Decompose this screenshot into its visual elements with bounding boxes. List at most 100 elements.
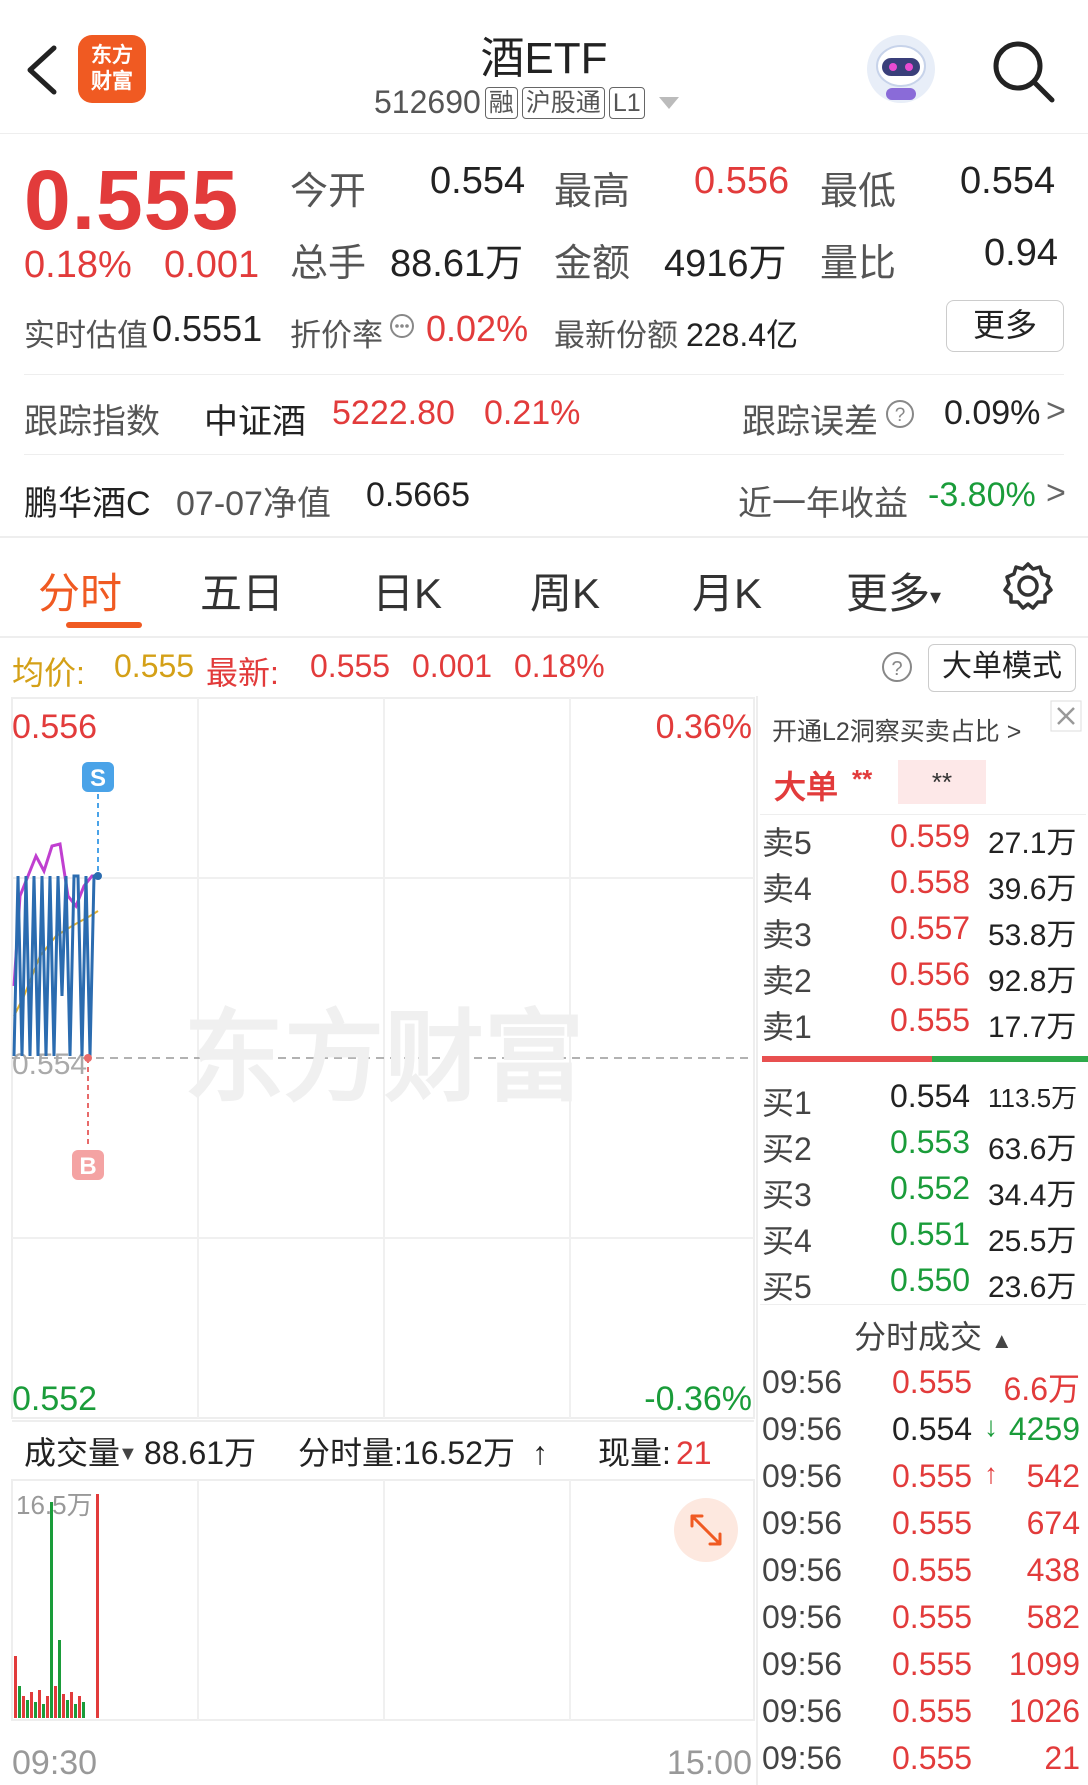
tag-margin: 融	[484, 86, 518, 119]
bid-row-price[interactable]: 0.554	[890, 1078, 970, 1115]
fund-name[interactable]: 鹏华酒C	[24, 476, 151, 525]
question-icon[interactable]: ?	[884, 398, 916, 430]
close-icon[interactable]	[1050, 700, 1082, 732]
divider	[24, 374, 1064, 375]
bid-row-label: 买5	[762, 1269, 812, 1305]
gear-icon[interactable]	[1002, 560, 1054, 612]
volume-bar	[46, 1696, 49, 1718]
latest-value: 0.555	[310, 648, 391, 684]
more-button[interactable]: 更多	[946, 300, 1064, 352]
tab-five-day[interactable]: 五日	[200, 560, 284, 621]
ask-row-price[interactable]: 0.558	[890, 864, 970, 901]
big-order-label: 大单	[774, 769, 839, 805]
chevron-right-icon[interactable]: >	[1046, 474, 1066, 513]
nav-label: 07-07净值	[176, 485, 331, 523]
svg-text:?: ?	[895, 405, 906, 426]
intraday-chart[interactable]: 东方财富 0.556 0.554 0.552 0.36% -0.36% S B …	[0, 696, 760, 1785]
watermark: 东方财富	[184, 1002, 584, 1114]
pct-bottom-label: -0.36%	[644, 1380, 752, 1418]
tracking-index-name[interactable]: 中证酒	[204, 394, 306, 443]
stock-code: 512690	[374, 84, 481, 120]
question-icon[interactable]: ?	[880, 650, 914, 684]
tab-daily-k[interactable]: 日K	[372, 560, 442, 621]
tab-intraday[interactable]: 分时	[38, 560, 122, 621]
bid-row-price[interactable]: 0.552	[890, 1170, 970, 1207]
ratio-label: 量比	[820, 243, 897, 285]
trade-direction-icon: ↓	[984, 1411, 998, 1442]
ask-row-price[interactable]: 0.556	[890, 956, 970, 993]
minute-volume-arrow: ↑	[532, 1435, 548, 1471]
tracking-index-value: 5222.80	[332, 394, 455, 432]
discount-info-icon[interactable]	[388, 312, 416, 340]
trade-price: 0.555	[892, 1458, 973, 1494]
search-icon[interactable]	[988, 36, 1058, 106]
ask-row-price[interactable]: 0.557	[890, 910, 970, 947]
header-bar: 东方 财富 酒ETF 512690 融 沪股通 L1	[0, 0, 1088, 134]
ask-row-label: 卖5	[762, 825, 812, 861]
bid-row-price[interactable]: 0.553	[890, 1124, 970, 1161]
volume-bar	[70, 1692, 73, 1718]
section-divider	[0, 636, 1088, 638]
robot-assistant-icon[interactable]	[862, 32, 940, 106]
ask-row-price[interactable]: 0.559	[890, 818, 970, 855]
buy-marker-label: B	[79, 1153, 96, 1180]
minute-volume: 分时量:16.52万	[298, 1435, 515, 1471]
trade-volume: 438	[1026, 1552, 1080, 1588]
trade-time: 09:56	[762, 1458, 843, 1494]
trade-volume: 4259	[1008, 1411, 1080, 1447]
divider	[760, 1304, 1086, 1305]
tab-monthly-k[interactable]: 月K	[692, 560, 762, 621]
trade-time: 09:56	[762, 1646, 843, 1682]
tab-more[interactable]: 更多▾	[846, 560, 941, 621]
volume-bar	[82, 1702, 85, 1718]
bid-row-volume: 113.5万	[988, 1083, 1078, 1113]
volume-selector[interactable]: 成交量	[24, 1435, 120, 1471]
ask-row-volume: 39.6万	[988, 873, 1077, 906]
trade-price: 0.555	[892, 1364, 973, 1400]
volume-label: 总手	[290, 243, 367, 285]
high-label: 最高	[554, 171, 631, 213]
tag-level: L1	[608, 86, 645, 119]
masked-value-box[interactable]: **	[898, 760, 986, 804]
volume-bar	[14, 1656, 17, 1718]
ask-row-price[interactable]: 0.555	[890, 1002, 970, 1039]
chevron-down-icon[interactable]	[658, 96, 679, 109]
volume-bar	[78, 1696, 81, 1718]
trades-title[interactable]: 分时成交 ▲	[854, 1312, 1013, 1358]
y-bottom-label: 0.552	[12, 1380, 97, 1418]
year-return-label[interactable]: 近一年收益	[738, 476, 908, 525]
y-top-label: 0.556	[12, 708, 97, 746]
trade-volume: 1026	[1008, 1693, 1080, 1729]
stock-code-row[interactable]: 512690 融 沪股通 L1	[374, 84, 679, 121]
chevron-right-icon[interactable]: >	[1046, 392, 1066, 431]
ask-row-volume: 53.8万	[988, 919, 1077, 952]
shares-value: 228.4亿	[686, 317, 799, 353]
ask-row-label: 卖2	[762, 963, 812, 999]
bid-row-price[interactable]: 0.551	[890, 1216, 970, 1253]
ask-ratio-fill	[762, 1056, 932, 1062]
pct-top-label: 0.36%	[656, 708, 752, 746]
section-divider	[0, 536, 1088, 538]
trade-volume: 1099	[1008, 1646, 1080, 1682]
caret-down-icon: ▾	[930, 583, 942, 609]
trade-price: 0.555	[892, 1599, 973, 1635]
trade-time: 09:56	[762, 1552, 843, 1588]
big-order-mode-button[interactable]: 大单模式	[928, 644, 1076, 692]
tab-weekly-k[interactable]: 周K	[530, 560, 600, 621]
volume-bar	[58, 1640, 61, 1718]
l2-promo-link[interactable]: 开通L2洞察买卖占比 >	[772, 712, 1021, 748]
tab-active-indicator	[66, 622, 142, 628]
bid-row-volume: 25.5万	[988, 1225, 1077, 1258]
bid-ratio-fill	[932, 1056, 1088, 1062]
trade-price: 0.555	[892, 1646, 973, 1682]
bid-row-price[interactable]: 0.550	[890, 1262, 970, 1299]
amount-label: 金额	[554, 243, 631, 285]
trade-price: 0.555	[892, 1552, 973, 1588]
divider	[760, 814, 1086, 815]
volume-y-max: 16.5万	[16, 1490, 93, 1520]
tracking-error-label[interactable]: 跟踪误差	[742, 394, 878, 443]
caret-down-icon[interactable]: ▼	[118, 1443, 138, 1465]
sell-marker-label: S	[90, 765, 106, 792]
price-line	[12, 872, 99, 1057]
volume-bar	[22, 1696, 25, 1718]
